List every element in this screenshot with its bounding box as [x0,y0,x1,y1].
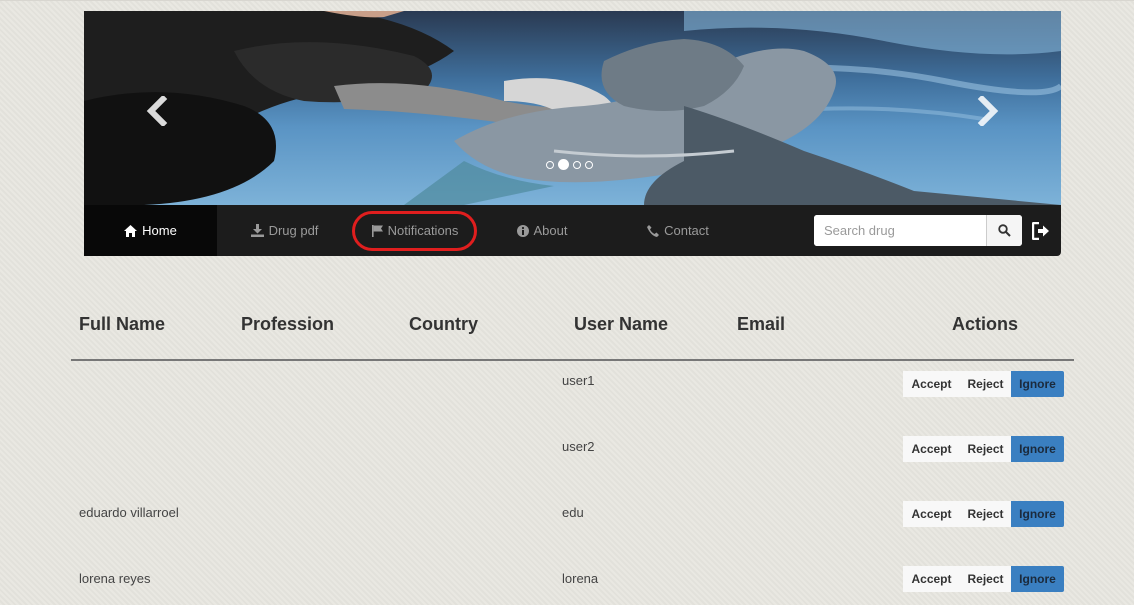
row-actions: Accept Reject Ignore [903,371,1064,397]
cell-user-name: edu [562,505,584,520]
carousel-indicator[interactable] [585,160,593,169]
nav-home-label: Home [142,223,177,238]
search-input[interactable] [814,215,986,246]
logout-icon [1032,222,1049,240]
accept-button[interactable]: Accept [903,501,960,527]
home-icon [124,224,138,237]
phone-icon [647,224,660,237]
nav-notifications[interactable]: Notifications [352,205,478,256]
accept-button[interactable]: Accept [903,566,960,592]
carousel-next-button[interactable] [973,91,1003,131]
reject-button[interactable]: Reject [960,371,1011,397]
ignore-button[interactable]: Ignore [1011,566,1064,592]
search-form [814,215,1022,246]
header-actions: Actions [952,314,1019,334]
carousel-indicators [546,159,593,170]
carousel-prev-button[interactable] [142,91,172,131]
logout-button[interactable] [1029,219,1053,243]
cell-full-name: eduardo villarroel [79,505,179,520]
cell-user-name: user2 [562,439,595,454]
nav-home[interactable]: Home [84,205,217,256]
nav-drug-pdf[interactable]: Drug pdf [217,205,352,256]
search-button[interactable] [986,215,1022,246]
reject-button[interactable]: Reject [960,436,1011,462]
ignore-button[interactable]: Ignore [1011,501,1064,527]
row-actions: Accept Reject Ignore [903,566,1064,592]
row-actions: Accept Reject Ignore [903,436,1064,462]
header-user-name: User Name [574,314,669,334]
header-full-name: Full Name [79,314,166,334]
nav-about-label: About [533,223,568,238]
header-profession: Profession [241,314,335,334]
flag-icon [371,224,383,237]
top-border [0,0,1134,1]
accept-button[interactable]: Accept [903,436,960,462]
cell-user-name: lorena [562,571,599,586]
chevron-left-icon [146,96,168,126]
search-icon [998,224,1011,237]
carousel-indicator[interactable] [546,160,554,169]
header-country: Country [409,314,478,334]
carousel-image [84,11,1061,205]
table-header-divider [71,359,1074,361]
nav-contact[interactable]: Contact [606,205,750,256]
cell-user-name: user1 [562,373,595,388]
reject-button[interactable]: Reject [960,566,1011,592]
reject-button[interactable]: Reject [960,501,1011,527]
image-carousel [84,11,1061,205]
download-icon [250,224,264,237]
carousel-indicator-active[interactable] [558,159,569,170]
nav-notifications-label: Notifications [387,223,459,238]
ignore-button[interactable]: Ignore [1011,371,1064,397]
header-email: Email [737,314,786,334]
nav-contact-label: Contact [664,223,709,238]
ignore-button[interactable]: Ignore [1011,436,1064,462]
accept-button[interactable]: Accept [903,371,960,397]
chevron-right-icon [977,96,999,126]
cell-full-name: lorena reyes [79,571,151,586]
nav-about[interactable]: About [478,205,606,256]
row-actions: Accept Reject Ignore [903,501,1064,527]
carousel-indicator[interactable] [573,160,581,169]
info-icon [516,224,529,237]
nav-drug-pdf-label: Drug pdf [268,223,319,238]
